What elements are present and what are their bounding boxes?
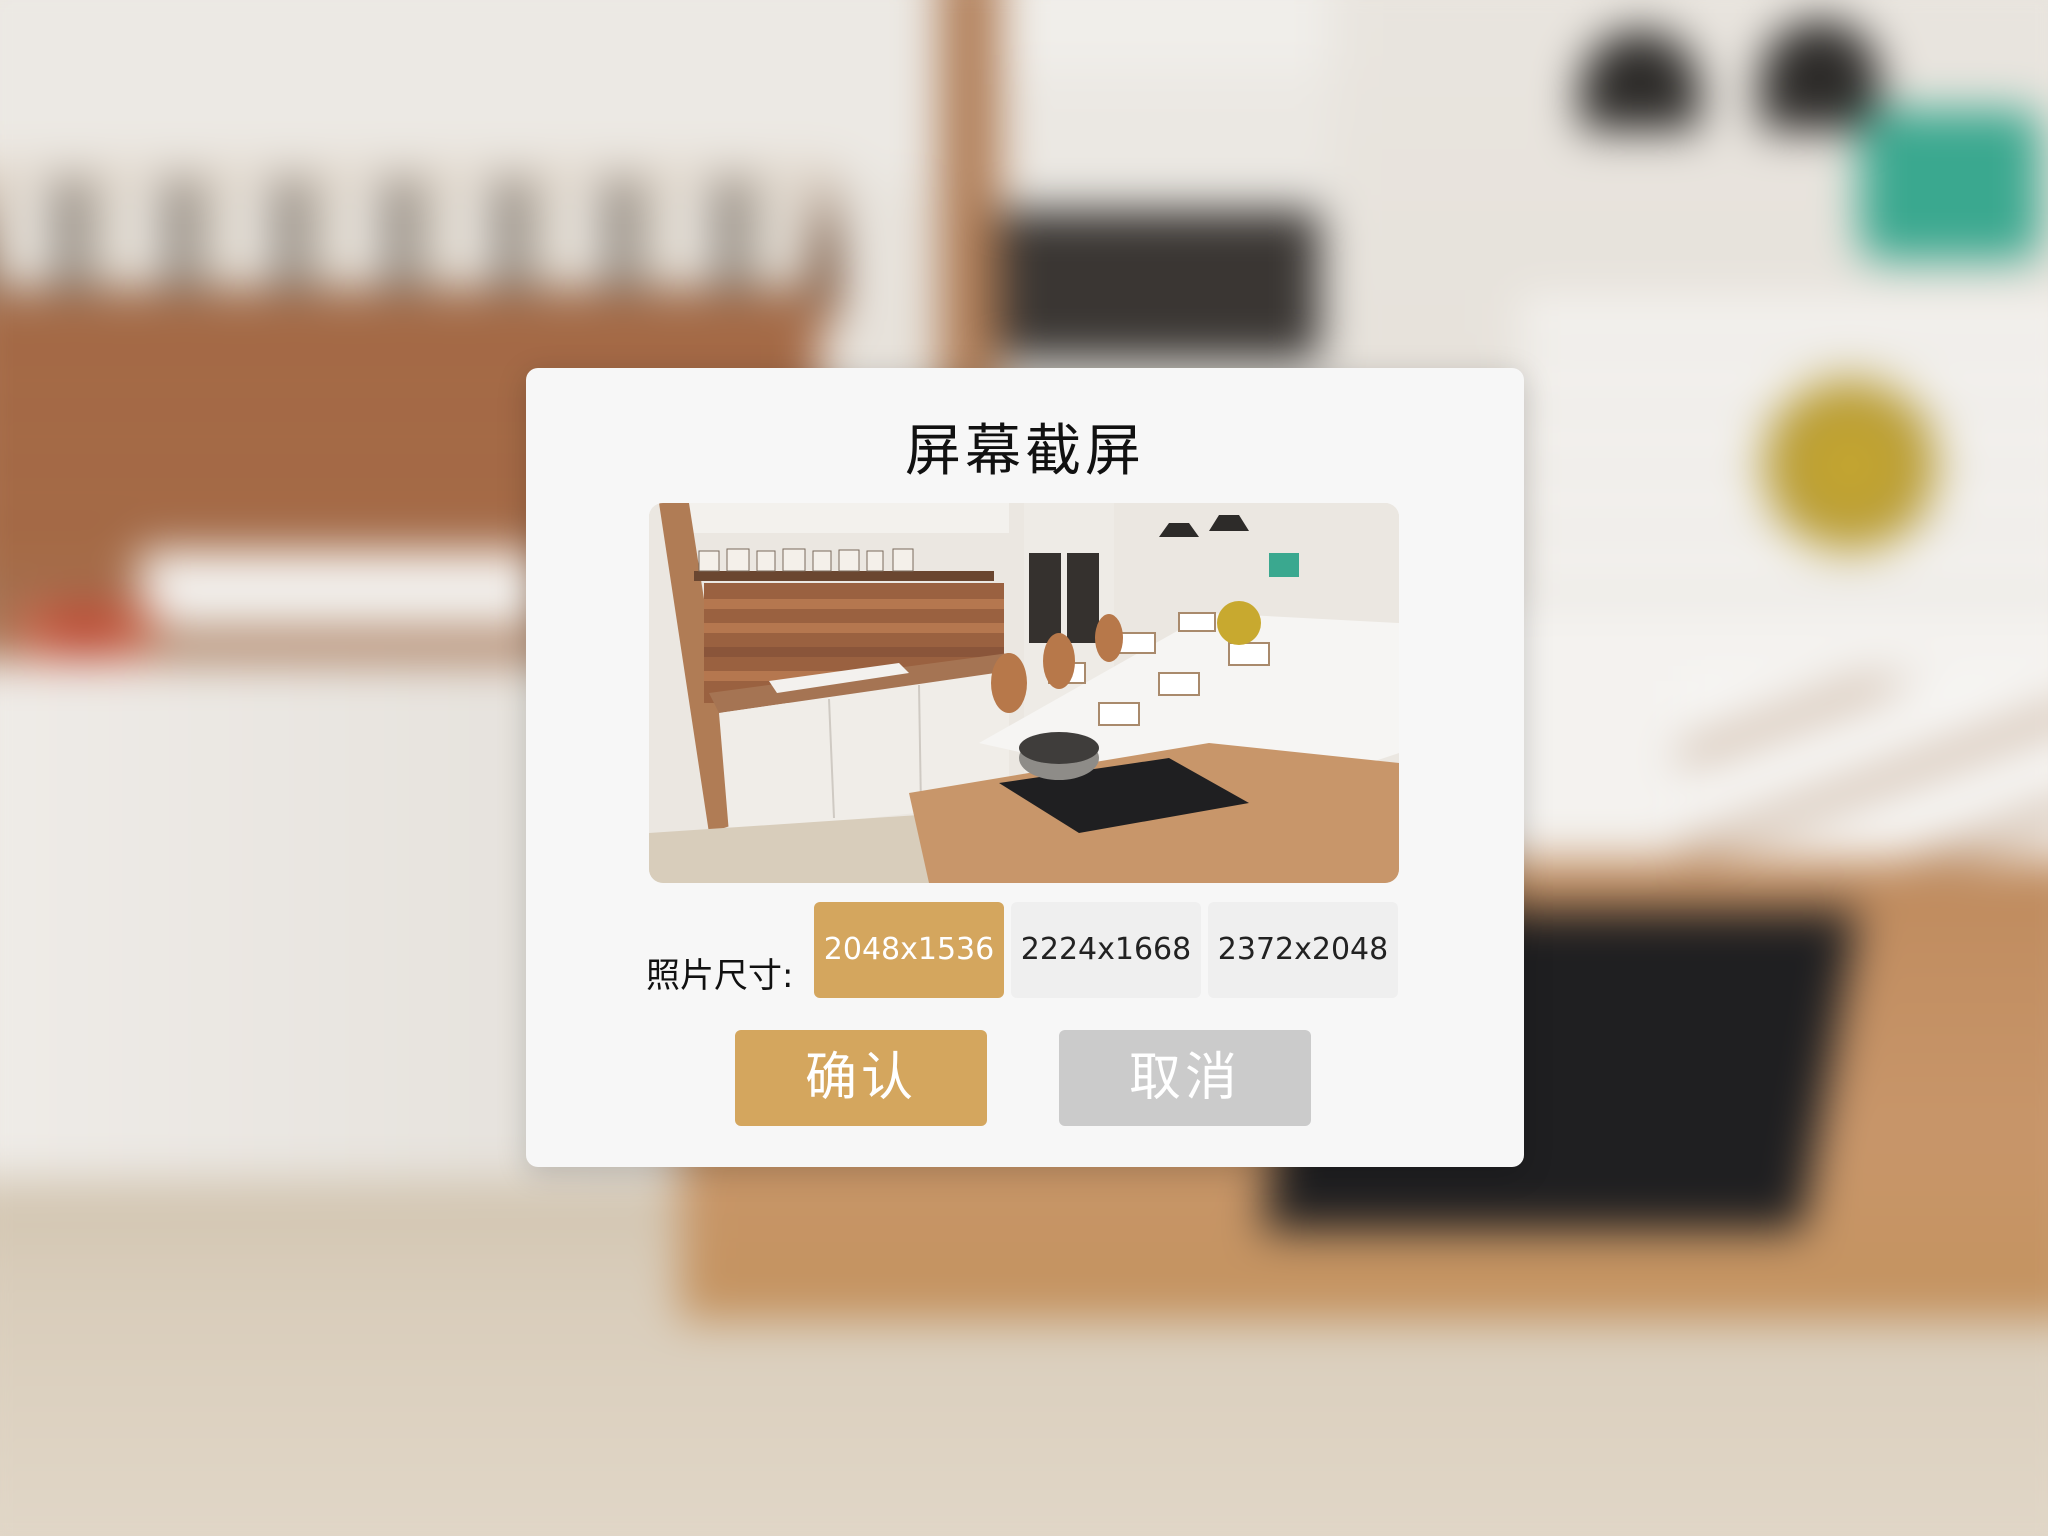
size-option-2372x2048[interactable]: 2372x2048 [1208, 902, 1398, 998]
dialog-title: 屏幕截屏 [905, 419, 1145, 484]
screenshot-dialog: 屏幕截屏 照片尺寸: 2048x1536 2224x1668 2372x2048… [526, 368, 1524, 1167]
cancel-button[interactable]: 取消 [1059, 1030, 1311, 1126]
confirm-button[interactable]: 确认 [735, 1030, 987, 1126]
size-option-2224x1668[interactable]: 2224x1668 [1011, 902, 1201, 998]
photo-size-label: 照片尺寸: [646, 956, 794, 996]
screenshot-preview-image [649, 503, 1399, 883]
size-option-2048x1536[interactable]: 2048x1536 [814, 902, 1004, 998]
